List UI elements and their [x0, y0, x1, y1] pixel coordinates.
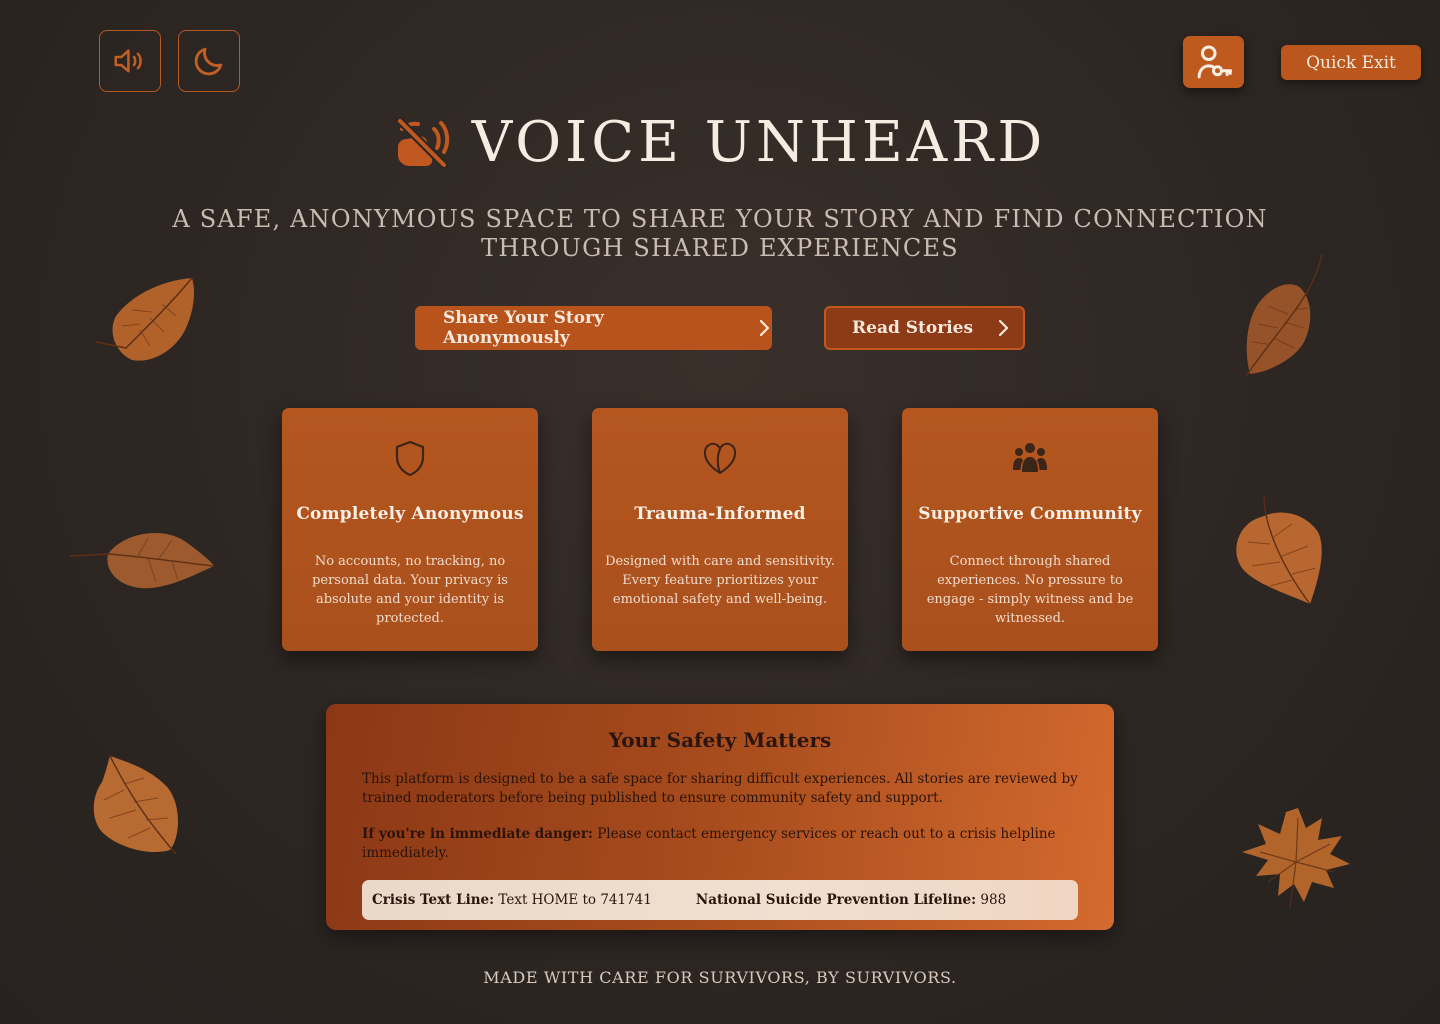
user-key-icon [1197, 45, 1232, 79]
hotline-value: 988 [976, 892, 1007, 908]
autumn-leaf-decoration [1236, 495, 1322, 605]
share-story-label: Share Your Story Anonymously [443, 308, 604, 348]
read-stories-button[interactable]: Read Stories [824, 306, 1025, 350]
safety-panel: Your Safety Matters This platform is des… [326, 704, 1114, 930]
safety-title: Your Safety Matters [608, 728, 832, 752]
accessibility-button[interactable] [1183, 36, 1244, 88]
autumn-leaf-decoration [69, 532, 215, 589]
speaker-icon [114, 49, 142, 73]
moon-icon [194, 47, 223, 76]
autumn-leaf-decoration [1245, 253, 1323, 377]
footer-text: MADE WITH CARE FOR SURVIVORS, BY SURVIVO… [483, 968, 957, 987]
feature-card-community: Supportive Community Connect through sha… [902, 408, 1158, 651]
muted-speaker-icon [395, 117, 449, 169]
autumn-leaf-decoration [95, 277, 194, 361]
quick-exit-button[interactable]: Quick Exit [1281, 45, 1421, 80]
feature-card-anonymous: Completely Anonymous No accounts, no tra… [282, 408, 538, 651]
suicide-prevention-lifeline: National Suicide Prevention Lifeline: 98… [696, 892, 1006, 908]
danger-label: If you're in immediate danger: [362, 826, 593, 842]
maple-leaf-decoration [1242, 808, 1350, 909]
feature-description: Designed with care and sensitivity. Ever… [605, 554, 835, 607]
read-stories-label: Read Stories [852, 318, 974, 338]
people-group-icon [1013, 443, 1047, 472]
feature-card-trauma-informed: Trauma-Informed Designed with care and s… [592, 408, 848, 651]
chevron-right-icon [998, 319, 1009, 337]
share-story-button[interactable]: Share Your Story Anonymously [415, 306, 772, 350]
theme-toggle-button[interactable] [178, 30, 240, 92]
crisis-text-line: Crisis Text Line: Text HOME to 741741 [372, 892, 652, 908]
danger-notice: If you're in immediate danger: Please co… [362, 825, 1078, 863]
hotline-bar: Crisis Text Line: Text HOME to 741741 Na… [362, 880, 1078, 920]
autumn-leaf-decoration [93, 755, 178, 855]
hotline-label: Crisis Text Line: [372, 892, 495, 908]
hotline-value: Text HOME to 741741 [494, 892, 652, 908]
safety-body: This platform is designed to be a safe s… [362, 771, 1078, 806]
feature-title: Trauma-Informed [634, 504, 806, 524]
shield-icon [395, 440, 425, 477]
feature-description: No accounts, no tracking, no personal da… [312, 554, 508, 626]
tagline: A SAFE, ANONYMOUS SPACE TO SHARE YOUR ST… [172, 205, 1268, 262]
site-title: VOICE UNHEARD [471, 109, 1047, 175]
feature-title: Supportive Community [918, 504, 1142, 524]
chevron-right-icon [759, 319, 770, 337]
site-header: VOICE UNHEARD [0, 104, 1440, 180]
feature-description: Connect through shared experiences. No p… [926, 554, 1134, 626]
sound-toggle-button[interactable] [99, 30, 161, 92]
feature-title: Completely Anonymous [296, 504, 524, 524]
hotline-label: National Suicide Prevention Lifeline: [695, 892, 977, 908]
heart-icon [703, 442, 737, 474]
